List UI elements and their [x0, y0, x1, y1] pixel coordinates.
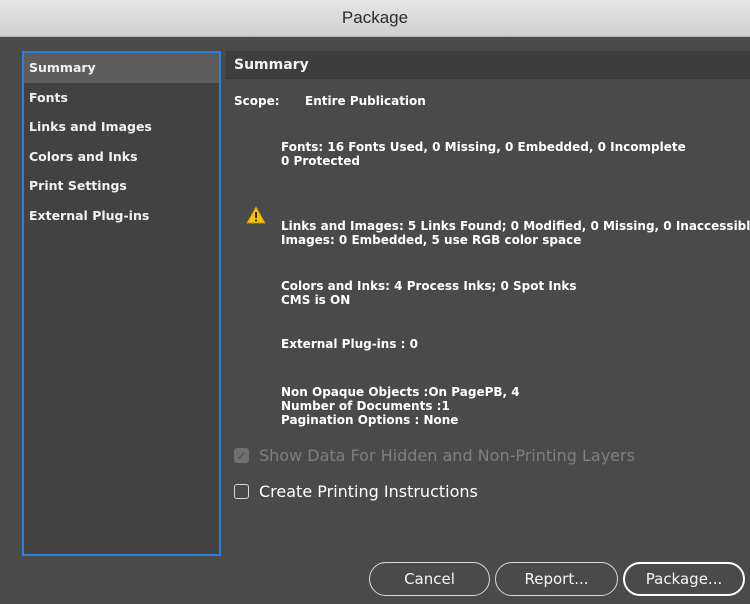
- show-hidden-layers-checkbox: ✓: [234, 448, 249, 463]
- warning-triangle-icon: [246, 206, 266, 224]
- other-summary-line: Non Opaque Objects :On PagePB, 4: [281, 385, 520, 399]
- fonts-summary: Fonts: 16 Fonts Used, 0 Missing, 0 Embed…: [281, 140, 686, 168]
- panel-title: Summary: [234, 57, 309, 73]
- colors-summary: Colors and Inks: 4 Process Inks; 0 Spot …: [281, 279, 577, 307]
- show-hidden-layers-option: ✓ Show Data For Hidden and Non-Printing …: [234, 446, 635, 465]
- sidebar-item-summary[interactable]: Summary: [24, 53, 219, 83]
- colors-summary-line: Colors and Inks: 4 Process Inks; 0 Spot …: [281, 279, 577, 293]
- fonts-summary-line: 0 Protected: [281, 154, 360, 168]
- plugins-summary-line: External Plug-ins : 0: [281, 337, 418, 351]
- sidebar-item-links-and-images[interactable]: Links and Images: [24, 112, 219, 142]
- links-summary-line: Images: 0 Embedded, 5 use RGB color spac…: [281, 233, 582, 247]
- links-summary: Links and Images: 5 Links Found; 0 Modif…: [281, 219, 750, 247]
- window-title: Package: [341, 8, 409, 27]
- fonts-summary-line: Fonts: 16 Fonts Used, 0 Missing, 0 Embed…: [281, 140, 686, 154]
- other-summary-line: Pagination Options : None: [281, 413, 459, 427]
- package-button[interactable]: Package...: [623, 562, 745, 596]
- sidebar-item-print-settings[interactable]: Print Settings: [24, 171, 219, 201]
- report-button[interactable]: Report...: [495, 562, 618, 596]
- cancel-button[interactable]: Cancel: [369, 562, 490, 596]
- show-hidden-layers-label: Show Data For Hidden and Non-Printing La…: [259, 446, 635, 465]
- sidebar-item-colors-and-inks[interactable]: Colors and Inks: [24, 142, 219, 172]
- plugins-summary: External Plug-ins : 0: [281, 337, 418, 351]
- sidebar-item-external-plugins[interactable]: External Plug-ins: [24, 201, 219, 231]
- other-summary: Non Opaque Objects :On PagePB, 4 Number …: [281, 385, 520, 427]
- printing-instructions-option[interactable]: Create Printing Instructions: [234, 482, 478, 501]
- sidebar-list: Summary Fonts Links and Images Colors an…: [22, 51, 221, 556]
- window-title-bar: Package: [0, 0, 750, 37]
- scope-value: Entire Publication: [305, 94, 426, 108]
- other-summary-line: Number of Documents :1: [281, 399, 450, 413]
- printing-instructions-checkbox[interactable]: [234, 484, 249, 499]
- sidebar-item-fonts[interactable]: Fonts: [24, 83, 219, 113]
- printing-instructions-label: Create Printing Instructions: [259, 482, 478, 501]
- scope-label: Scope:: [234, 94, 280, 108]
- colors-summary-line: CMS is ON: [281, 293, 351, 307]
- links-summary-line: Links and Images: 5 Links Found; 0 Modif…: [281, 219, 750, 233]
